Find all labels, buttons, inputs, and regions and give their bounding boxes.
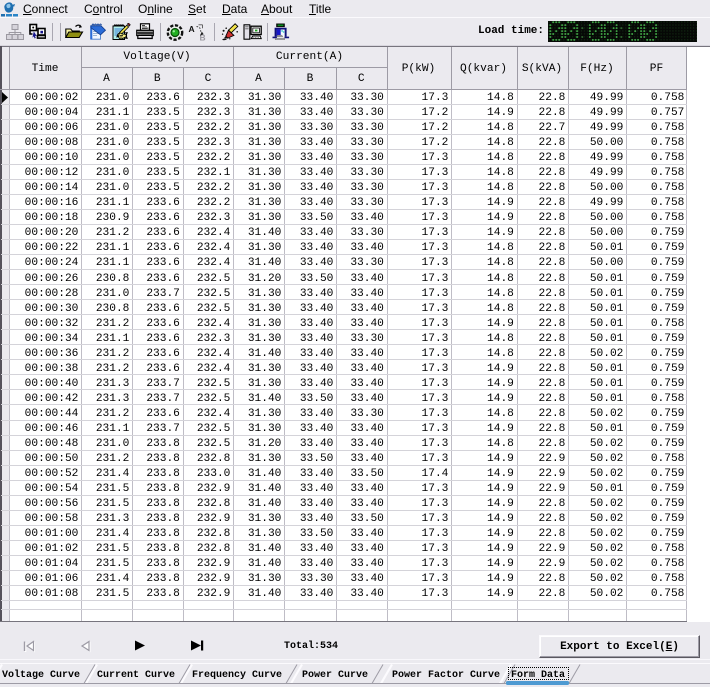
svg-text:A: A xyxy=(189,24,195,34)
